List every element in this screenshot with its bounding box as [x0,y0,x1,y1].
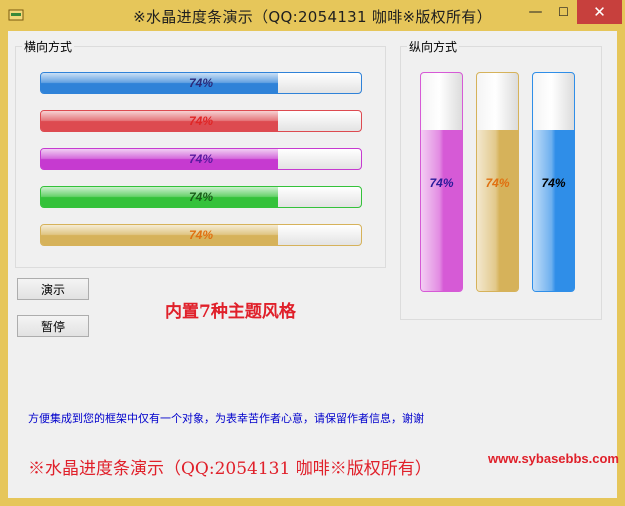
theme-count-label: 内置7种主题风格 [165,302,296,322]
hbar-label: 74% [188,76,214,90]
footer-title: ※水晶进度条演示（QQ:2054131 咖啡※版权所有） [28,459,432,479]
vbar-blue: 74% [532,72,575,292]
hbar-gold: 74% [40,224,362,246]
vbar-fill [421,129,462,291]
vbar-label: 74% [541,176,566,190]
site-url: www.sybasebbs.com [487,451,619,466]
hbar-blue: 74% [40,72,362,94]
hbar-green: 74% [40,186,362,208]
title-bar[interactable]: ※水晶进度条演示（QQ:2054131 咖啡※版权所有） — ☐ ✕ [0,0,625,31]
hbar-purple: 74% [40,148,362,170]
vbar-label: 74% [429,176,454,190]
vertical-group-title: 纵向方式 [407,38,460,55]
notice-text: 方便集成到您的框架中仅有一个对象，为表幸苦作者心意，请保留作者信息，谢谢 [28,412,424,425]
client-area: 横向方式 74% 74% 74% 74% 74% 纵向方式 74% 74% 74% 演示 暂… [8,31,617,498]
horizontal-group: 横向方式 74% 74% 74% 74% 74% [15,38,386,268]
vbar-pink: 74% [420,72,463,292]
hbar-label: 74% [188,190,214,204]
pause-button[interactable]: 暂停 [17,315,89,337]
vbar-fill [477,129,518,291]
hbar-red: 74% [40,110,362,132]
hbar-label: 74% [188,152,214,166]
hbar-label: 74% [188,114,214,128]
vertical-group: 纵向方式 74% 74% 74% [400,38,602,320]
vbar-gold: 74% [476,72,519,292]
vbar-label: 74% [485,176,510,190]
minimize-button[interactable]: — [521,0,550,24]
app-window: ※水晶进度条演示（QQ:2054131 咖啡※版权所有） — ☐ ✕ 横向方式 … [0,0,625,506]
vbar-fill [533,129,574,291]
maximize-button[interactable]: ☐ [550,0,577,24]
hbar-label: 74% [188,228,214,242]
close-button[interactable]: ✕ [577,0,622,24]
demo-button[interactable]: 演示 [17,278,89,300]
horizontal-group-title: 横向方式 [22,38,75,55]
